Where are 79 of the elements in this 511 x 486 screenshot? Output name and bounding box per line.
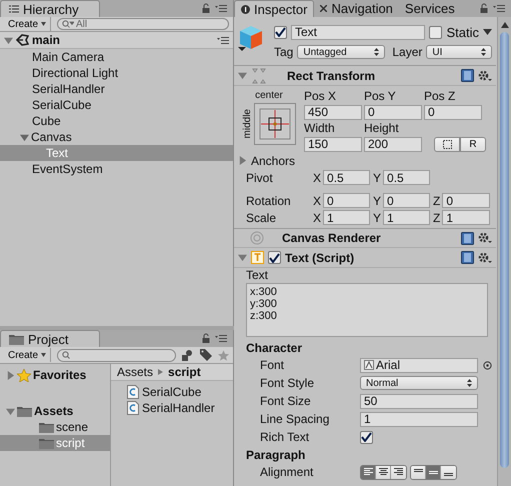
inspector-tab[interactable]: Navigation	[314, 0, 399, 17]
number-field[interactable]: 50	[360, 394, 478, 408]
breadcrumb-item[interactable]: Assets	[117, 365, 154, 379]
anchor-vertical-label: middle	[242, 109, 253, 139]
axis-label: X	[313, 210, 322, 224]
layer-dropdown[interactable]: UI	[426, 45, 492, 59]
component-title: Rect Transform	[286, 68, 376, 82]
font-field[interactable]: Arial	[360, 358, 478, 372]
field-label: Pos X	[304, 89, 336, 103]
axis-label: Z	[433, 194, 440, 208]
tag-label: Tag	[274, 45, 294, 59]
property-label: Line Spacing	[260, 412, 330, 426]
number-field[interactable]: 1	[383, 210, 430, 225]
project-tree-item[interactable]: Favorites	[0, 367, 110, 383]
breadcrumb-item[interactable]: script	[168, 365, 201, 379]
project-tree-item[interactable]: Assets	[0, 403, 110, 419]
object-name-field[interactable]: Text	[291, 24, 426, 40]
axis-label: X	[313, 194, 322, 208]
search-field[interactable]: All	[57, 18, 229, 30]
number-field[interactable]: 1	[323, 210, 370, 225]
property-label: Font Size	[260, 394, 312, 408]
font-style-dropdown[interactable]: Normal	[360, 376, 478, 390]
component-title: Text (Script)	[285, 250, 356, 264]
number-field[interactable]: 0.5	[383, 170, 430, 185]
number-field[interactable]: 0.5	[323, 170, 370, 185]
section-heading: Paragraph	[245, 446, 306, 463]
number-field[interactable]: 200	[364, 136, 422, 152]
vector-label: Scale	[246, 210, 278, 224]
field-label: Height	[364, 121, 399, 135]
axis-label: Y	[373, 170, 382, 184]
hierarchy-item[interactable]: Directional Light	[0, 65, 233, 81]
anchor-horizontal-label: center	[255, 90, 283, 101]
text-area[interactable]: x:300 y:300 z:300	[246, 283, 488, 337]
static-label: Static	[446, 24, 479, 40]
hierarchy-item[interactable]: SerialHandler	[0, 81, 233, 97]
scene-name: main	[32, 33, 62, 47]
field-label: Pos Y	[364, 89, 396, 103]
text-label: Text	[245, 268, 270, 283]
number-field[interactable]: 0	[383, 193, 430, 208]
number-field[interactable]: 450	[304, 104, 362, 120]
number-field[interactable]: 0	[364, 104, 422, 120]
inspector-tab[interactable]: Inspector	[234, 0, 314, 17]
number-field[interactable]: 1	[442, 210, 490, 225]
axis-label: Y	[373, 210, 382, 224]
hierarchy-item[interactable]: EventSystem	[0, 161, 233, 177]
number-field[interactable]: 0	[424, 104, 482, 120]
section-heading: Character	[245, 340, 304, 356]
component-title: Canvas Renderer	[281, 231, 382, 245]
project-tab[interactable]: Project	[0, 330, 100, 347]
hierarchy-item[interactable]: Cube	[0, 113, 233, 129]
layer-label: Layer	[392, 45, 422, 59]
inspector-tab[interactable]: Services	[398, 0, 461, 17]
create-button[interactable]: Create	[4, 348, 52, 362]
anchors-label[interactable]: Anchors	[251, 154, 296, 168]
axis-label: Y	[373, 194, 382, 208]
property-label: Alignment	[260, 465, 314, 479]
vector-label: Rotation	[246, 194, 292, 208]
field-label: Pos Z	[424, 89, 456, 103]
hierarchy-item[interactable]: Main Camera	[0, 49, 233, 65]
property-label: Rich Text	[260, 430, 310, 444]
number-field[interactable]: 1	[360, 412, 478, 426]
hierarchy-item[interactable]: SerialCube	[0, 97, 233, 113]
file-name[interactable]: SerialCube	[142, 385, 202, 399]
vector-label: Pivot	[246, 170, 274, 184]
number-field[interactable]: 0	[442, 193, 490, 208]
number-field[interactable]: 0	[323, 193, 370, 208]
axis-label: Z	[433, 210, 440, 224]
create-button[interactable]: Create	[4, 17, 52, 31]
raw-edit-button[interactable]: R	[460, 136, 486, 152]
project-tree-item[interactable]: scene	[0, 419, 110, 435]
number-field[interactable]: 150	[304, 136, 362, 152]
field-label: Width	[304, 121, 335, 135]
file-name[interactable]: SerialHandler	[142, 401, 215, 415]
property-label: Font Style	[260, 376, 316, 390]
tag-dropdown[interactable]: Untagged	[297, 45, 386, 59]
axis-label: X	[313, 170, 322, 184]
hierarchy-tab[interactable]: Hierarchy	[0, 0, 100, 17]
property-label: Font	[260, 358, 286, 372]
hierarchy-item[interactable]: Canvas	[0, 129, 233, 145]
